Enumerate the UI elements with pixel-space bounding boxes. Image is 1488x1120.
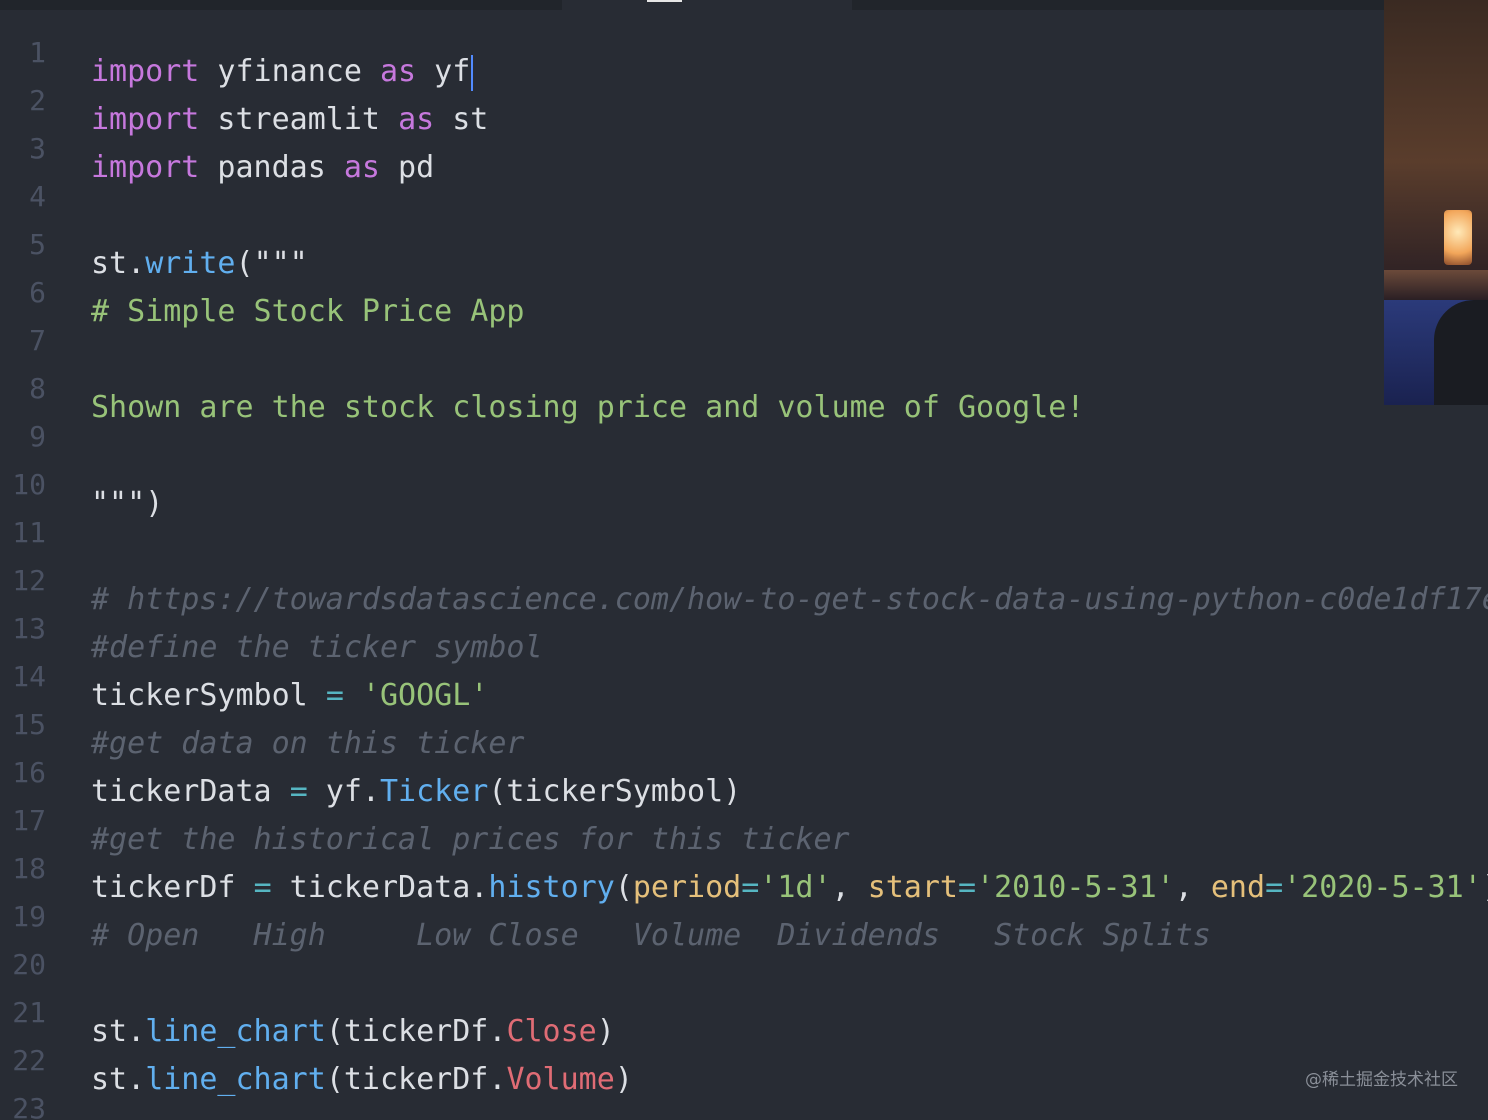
code-line[interactable]: 1 import yfinance as yf — [0, 10, 1488, 91]
code-line[interactable]: 4 — [0, 154, 1488, 213]
code-line[interactable]: 6 # Simple Stock Price App — [0, 250, 1488, 329]
code-line[interactable]: 7 — [0, 298, 1488, 357]
code-editor[interactable]: 1 import yfinance as yf 2 import streaml… — [0, 10, 1488, 1120]
code-line[interactable]: 12 # https://towardsdatascience.com/how-… — [0, 538, 1488, 617]
code-line[interactable]: 2 import streamlit as st — [0, 58, 1488, 137]
code-line[interactable]: 14 tickerSymbol = 'GOOGL' — [0, 634, 1488, 713]
code-line[interactable]: 22 st.line_chart(tickerDf.Volume) — [0, 1018, 1488, 1097]
code-line[interactable]: 17 #get the historical prices for this t… — [0, 778, 1488, 857]
line-number: 23 — [12, 1092, 46, 1120]
code-line[interactable]: 18 tickerDf = tickerData.history(period=… — [0, 826, 1488, 905]
code-line[interactable]: 19 # Open High Low Close Volume Dividend… — [0, 874, 1488, 953]
code-line[interactable]: 21 st.line_chart(tickerDf.Close) — [0, 970, 1488, 1049]
tab-bar — [0, 0, 1488, 10]
code-line[interactable]: 9 — [0, 394, 1488, 453]
active-tab[interactable] — [562, 0, 852, 10]
code-line[interactable]: 23 — [0, 1066, 1488, 1120]
code-line[interactable]: 5 st.write(""" — [0, 202, 1488, 281]
code-line[interactable]: 16 tickerData = yf.Ticker(tickerSymbol) — [0, 730, 1488, 809]
lamp-shape — [1444, 210, 1472, 265]
code-line[interactable]: 8 Shown are the stock closing price and … — [0, 346, 1488, 425]
code-line[interactable]: 13 #define the ticker symbol — [0, 586, 1488, 665]
code-line[interactable]: 10 """) — [0, 442, 1488, 521]
code-line[interactable]: 11 — [0, 490, 1488, 549]
person-silhouette — [1434, 300, 1488, 405]
watermark: @稀土掘金技术社区 — [1305, 1070, 1458, 1090]
webcam-overlay — [1384, 0, 1488, 405]
code-line[interactable]: 3 import pandas as pd — [0, 106, 1488, 185]
code-line[interactable]: 20 — [0, 922, 1488, 981]
active-tab-indicator — [647, 0, 682, 2]
code-line[interactable]: 15 #get data on this ticker — [0, 682, 1488, 761]
shelf-shape — [1384, 270, 1488, 300]
